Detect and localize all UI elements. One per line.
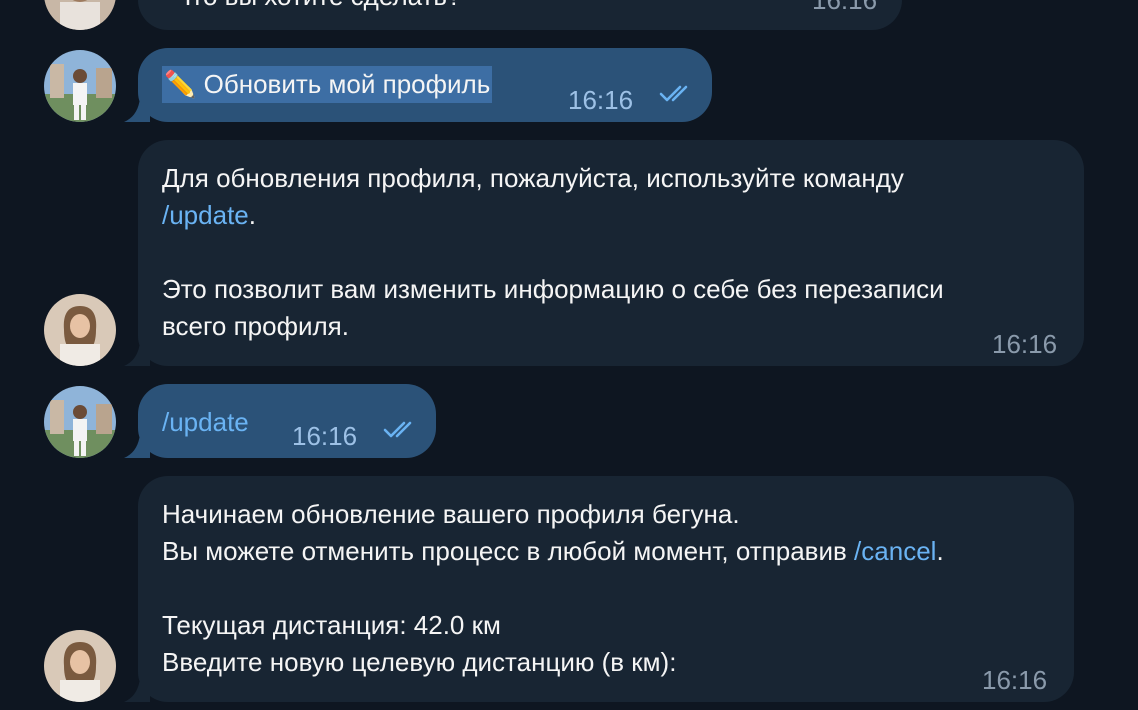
chat-area: Что вы хотите сделать? 16:16 ✏️ Обновить…: [0, 0, 1138, 710]
message-text-block: Для обновления профиля, пожалуйста, испо…: [162, 160, 1062, 345]
message-time: 16:16: [292, 421, 358, 451]
bubble-tail: [124, 434, 150, 458]
message-line: Введите новую целевую дистанцию (в км):: [162, 647, 677, 677]
user-avatar[interactable]: [44, 386, 116, 458]
message-time: 16:16: [992, 329, 1058, 359]
message-line-command: Вы можете отменить процесс в любой момен…: [162, 533, 1062, 570]
punctuation: .: [936, 536, 944, 566]
message-text: Что вы хотите сделать?: [174, 0, 774, 15]
message-line: всего профиля.: [162, 311, 349, 341]
message-bubble-incoming[interactable]: Для обновления профиля, пожалуйста, испо…: [124, 140, 1084, 366]
avatar-image: [44, 50, 116, 122]
avatar-image: [44, 386, 116, 458]
message-time: 16:16: [568, 85, 634, 115]
avatar-image: [44, 294, 116, 366]
message-bubble-incoming[interactable]: Начинаем обновление вашего профиля бегун…: [124, 476, 1074, 702]
avatar-image: [44, 0, 116, 30]
message-line: Для обновления профиля, пожалуйста, испо…: [162, 163, 904, 193]
message-time: 16:16: [982, 665, 1048, 695]
bubble-tail: [124, 98, 150, 122]
message-line: Это позволит вам изменить информацию о с…: [162, 274, 944, 304]
bot-avatar[interactable]: [44, 0, 116, 30]
message-line: Вы можете отменить процесс в любой момен…: [162, 536, 855, 566]
bubble-tail: [124, 678, 150, 702]
pencil-icon: ✏️: [164, 69, 197, 99]
message-line: Текущая дистанция: 42.0 км: [162, 610, 501, 640]
message-bubble-outgoing[interactable]: ✏️ Обновить мой профиль 16:16: [124, 48, 712, 122]
command-link[interactable]: /update: [162, 404, 249, 441]
punctuation: .: [248, 200, 256, 230]
double-check-icon: [383, 421, 412, 438]
message-text-block: Начинаем обновление вашего профиля бегун…: [162, 496, 1062, 681]
bubble-tail: [124, 342, 150, 366]
message-bubble-incoming[interactable]: Что вы хотите сделать? 16:16: [138, 0, 902, 30]
message-bubble-outgoing[interactable]: /update 16:16: [124, 384, 436, 458]
bot-avatar[interactable]: [44, 294, 116, 366]
avatar-image: [44, 630, 116, 702]
message-line: Начинаем обновление вашего профиля бегун…: [162, 499, 740, 529]
message-text: Обновить мой профиль: [203, 69, 491, 99]
selected-text: ✏️ Обновить мой профиль: [162, 66, 493, 103]
message-line-command: /update.: [162, 197, 1062, 234]
message-time: 16:16: [812, 0, 878, 15]
user-avatar[interactable]: [44, 50, 116, 122]
double-check-icon: [659, 85, 688, 102]
command-link[interactable]: /update: [162, 200, 249, 230]
command-link[interactable]: /cancel: [854, 536, 936, 566]
bot-avatar[interactable]: [44, 630, 116, 702]
